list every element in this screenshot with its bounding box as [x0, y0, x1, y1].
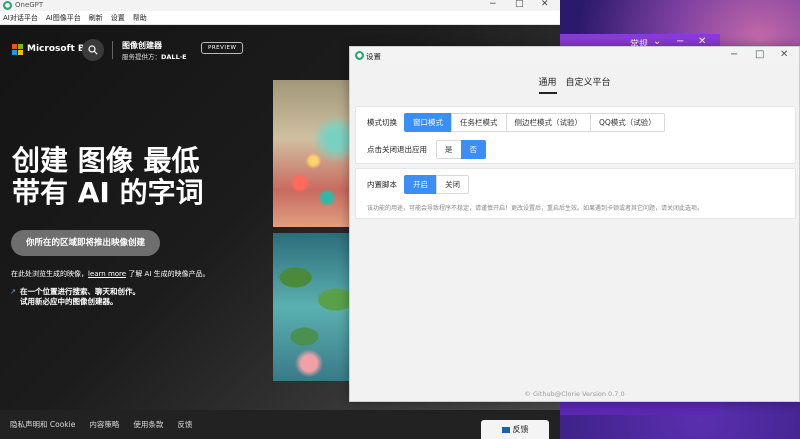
script-off-option[interactable]: 关闭 — [436, 175, 469, 194]
search-button[interactable] — [82, 39, 104, 61]
onegpt-app-icon: ● — [355, 51, 364, 60]
close-icon[interactable]: ✕ — [780, 49, 788, 60]
settings-footer: © Github@Clorie Version 0.7.0 — [524, 390, 625, 398]
coming-soon-button[interactable]: 你所在的区域即将推出映像创建 — [11, 230, 160, 256]
main-menubar: AI对话平台 AI图像平台 刷新 设置 帮助 — [0, 11, 560, 25]
mode-label: 模式切换 — [367, 118, 397, 127]
close-icon[interactable]: ✕ — [541, 0, 549, 9]
menu-refresh[interactable]: 刷新 — [89, 13, 103, 23]
info-text: 在此处浏览生成的映像，learn more 了解 AI 生成的映像产品。 — [11, 270, 210, 278]
exit-yes-option[interactable]: 是 — [436, 140, 462, 159]
tab-general[interactable]: 通用 — [538, 75, 557, 94]
footer-link-privacy[interactable]: 隐私声明和 Cookie — [10, 419, 75, 430]
minimize-icon[interactable]: − — [489, 0, 497, 9]
onegpt-app-icon: ● — [3, 1, 12, 10]
arrow-icon: ↗ — [10, 288, 16, 296]
builtin-script-selector: 开启 关闭 — [404, 175, 469, 194]
footer-link-terms[interactable]: 使用条款 — [133, 419, 163, 430]
mode-sidebar-option[interactable]: 侧边栏模式（试验） — [505, 113, 591, 132]
provider-name: DALL·E — [161, 53, 187, 61]
microsoft-logo-icon[interactable] — [12, 44, 23, 55]
bing-footer: 隐私声明和 Cookie 内容策略 使用条款 反馈 反馈 — [0, 410, 560, 439]
builtin-script-hint: 该功能的用途，可能会导致程序不稳定，请谨慎开启！更改设置后，重启后生效。如果遇到… — [367, 205, 704, 212]
menu-help[interactable]: 帮助 — [133, 13, 147, 23]
menu-ai-image[interactable]: AI图像平台 — [46, 13, 81, 23]
footer-link-feedback[interactable]: 反馈 — [177, 419, 192, 430]
builtin-script-label: 内置脚本 — [367, 180, 397, 189]
footer-link-content-policy[interactable]: 内容策略 — [89, 419, 119, 430]
image-creator-title: 图像创建器 — [122, 41, 162, 50]
mode-taskbar-option[interactable]: 任务栏模式 — [451, 113, 507, 132]
menu-ai-chat[interactable]: AI对话平台 — [3, 13, 38, 23]
main-window-title: OneGPT — [15, 1, 44, 9]
maximize-icon[interactable]: □ — [515, 0, 524, 9]
hero-line-1: 创建 图像 最低 — [12, 144, 200, 177]
maximize-icon[interactable]: □ — [755, 49, 764, 60]
provider-text: 服务提供方：DALL·E — [122, 53, 187, 61]
exit-on-close-label: 点击关闭退出应用 — [367, 145, 427, 154]
settings-tabs: 通用 自定义平台 — [350, 75, 799, 94]
learn-more-link[interactable]: learn more — [88, 270, 126, 278]
mode-selector: 窗口模式 任务栏模式 侧边栏模式（试验） QQ模式（试验） — [404, 113, 665, 132]
settings-window: ● 设置 − □ ✕ 通用 自定义平台 模式切换 窗口模式 任务栏模式 侧边栏模… — [349, 46, 800, 402]
preview-badge: PREVIEW — [201, 42, 244, 54]
exit-on-close-selector: 是 否 — [436, 140, 486, 159]
hero-line-2: 带有 AI 的字词 — [12, 176, 204, 209]
mode-window-option[interactable]: 窗口模式 — [404, 113, 452, 132]
tab-custom-platform[interactable]: 自定义平台 — [565, 75, 610, 92]
header-divider — [112, 41, 113, 59]
minimize-icon[interactable]: − — [730, 49, 738, 60]
exit-no-option[interactable]: 否 — [460, 140, 486, 159]
mode-settings-card: 模式切换 窗口模式 任务栏模式 侧边栏模式（试验） QQ模式（试验） 点击关闭退… — [355, 106, 796, 164]
main-titlebar[interactable]: ● OneGPT − □ ✕ — [0, 0, 560, 11]
mode-qq-option[interactable]: QQ模式（试验） — [590, 113, 665, 132]
settings-title: 设置 — [366, 52, 381, 61]
hero-heading: 创建 图像 最低 带有 AI 的字词 — [12, 145, 204, 209]
feedback-icon — [501, 427, 510, 433]
script-on-option[interactable]: 开启 — [404, 175, 437, 194]
script-settings-card: 内置脚本 开启 关闭 该功能的用途，可能会导致程序不稳定，请谨慎开启！更改设置后… — [355, 168, 796, 219]
search-icon — [88, 45, 98, 55]
menu-settings[interactable]: 设置 — [111, 13, 125, 23]
feedback-button[interactable]: 反馈 — [481, 420, 549, 439]
settings-titlebar[interactable]: ● 设置 − □ ✕ — [350, 47, 799, 64]
